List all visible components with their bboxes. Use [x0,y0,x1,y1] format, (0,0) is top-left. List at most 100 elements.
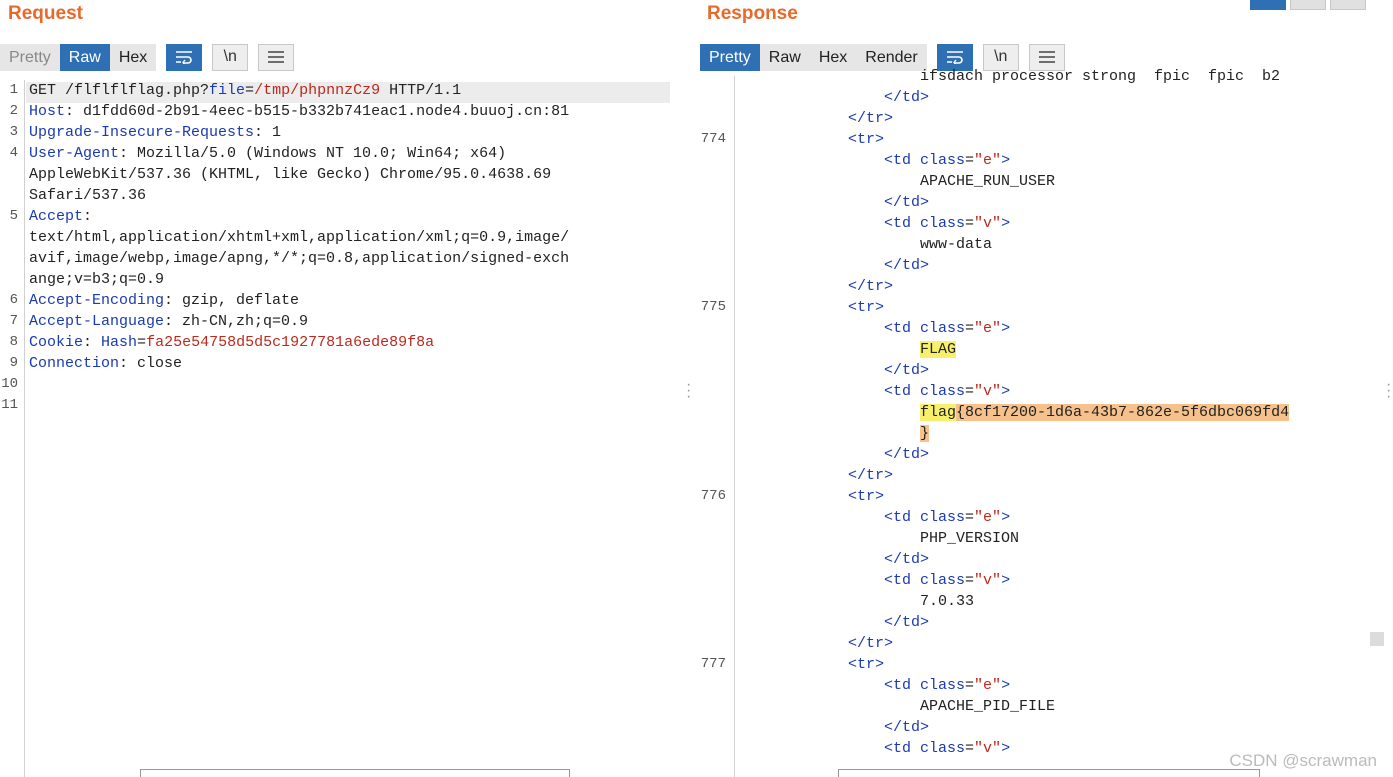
code-line: </td> [694,87,1364,108]
line-text: PHP_VERSION [920,528,1019,549]
response-editor[interactable]: ifsdach processor strong fpic fpic b2 </t… [694,66,1364,759]
tab-pretty[interactable]: Pretty [0,43,60,71]
menu-button[interactable] [258,43,295,71]
line-text: Accept-Language: zh-CN,zh;q=0.9 [29,311,308,332]
token: PHP_VERSION [920,530,1020,547]
token: class [920,215,966,232]
code-line: 8 Cookie: Hash=fa25e54758d5d5c1927781a6ed… [0,332,684,353]
token: </td> [884,257,930,274]
code-line: 777 <tr> [694,654,1364,675]
token: HTTP/1.1 [380,82,462,99]
code-line: 774 <tr> [694,129,1364,150]
request-pane: Request Pretty Raw Hex \n 1 GET /flflflfl… [0,0,684,777]
token: <td [884,215,921,232]
line-text: <td class="e"> [884,150,1010,171]
line-text: </td> [884,255,929,276]
token: /tmp/phpnnzCz9 [254,82,381,99]
layout-vertical-button[interactable] [1330,0,1366,10]
scrollbar-thumb[interactable] [1370,632,1384,646]
request-editor[interactable]: 1 GET /flflflflag.php?file=/tmp/phpnnzCz9… [0,80,684,416]
code-line: 775 <tr> [694,297,1364,318]
line-text: Connection: close [29,353,182,374]
code-line: APACHE_RUN_USER [694,171,1364,192]
line-text: </td> [884,612,929,633]
line-text: </td> [884,444,929,465]
code-line: Safari/537.36 [0,185,684,206]
token: </td> [884,194,930,211]
wrap-lines-button[interactable] [166,43,203,71]
line-number: 5 [9,208,18,224]
token: "e" [974,152,1002,169]
token: "v" [974,572,1002,589]
code-line: <td class="v"> [694,570,1364,591]
token: Accept-Language [29,313,165,330]
tab-raw[interactable]: Raw [59,43,110,71]
line-text: <tr> [848,654,884,675]
token: file [209,82,246,99]
line-text: 7.0.33 [920,591,974,612]
code-line: text/html,application/xhtml+xml,applicat… [0,227,684,248]
line-text: <td class="e"> [884,507,1010,528]
code-line: <td class="e"> [694,150,1364,171]
token: "v" [974,383,1002,400]
line-number: 774 [700,131,726,147]
token: <td [884,740,921,757]
token: = [965,509,975,526]
line-text: <td class="v"> [884,570,1010,591]
code-line: } [694,423,1364,444]
token: <td [884,572,921,589]
line-text: AppleWebKit/537.36 (KHTML, like Gecko) C… [29,164,551,185]
response-title: Response [707,3,798,24]
code-line: 7.0.33 [694,591,1364,612]
line-text: </td> [884,360,929,381]
token: <tr> [848,656,885,673]
layout-horizontal-button[interactable] [1290,0,1326,10]
token: ange;v=b3;q=0.9 [29,271,165,288]
token: </tr> [848,467,894,484]
token: : [83,208,93,225]
watermark: CSDN @scrawman [1229,751,1377,770]
layout-buttons [1246,0,1366,10]
token: flag [920,404,957,421]
token: </td> [884,362,930,379]
token: > [1001,320,1011,337]
newline-button[interactable]: \n [212,43,249,71]
code-line: </td> [694,255,1364,276]
code-line: </td> [694,360,1364,381]
line-text: GET /flflflflag.php?file=/tmp/phpnnzCz9 … [29,80,461,101]
token: : gzip, deflate [164,292,300,309]
token: <td [884,677,921,694]
right-edge-grip[interactable]: · · · [1386,377,1391,405]
line-text: avif,image/webp,image/apng,*/*;q=0.8,app… [29,248,569,269]
token: <tr> [848,131,885,148]
layout-split-button[interactable] [1250,0,1286,10]
line-text: ange;v=b3;q=0.9 [29,269,164,290]
line-text: APACHE_RUN_USER [920,171,1055,192]
token: <td [884,152,921,169]
request-tabbar: Pretty Raw Hex \n [0,43,295,71]
line-text: Accept-Encoding: gzip, deflate [29,290,299,311]
tab-hex[interactable]: Hex [109,43,157,71]
line-number: 9 [9,355,18,371]
token: </td> [884,446,930,463]
token: : [83,334,102,351]
token: www-data [920,236,993,253]
code-line: <td class="e"> [694,318,1364,339]
line-text: <tr> [848,486,884,507]
token: AppleWebKit/537.36 (KHTML, like Gecko) C… [29,166,552,183]
code-line: 11 [0,395,684,416]
token: </td> [884,89,930,106]
token: = [137,334,147,351]
line-text: </tr> [848,108,893,129]
line-number: 11 [1,397,18,413]
request-search-input[interactable] [140,769,570,777]
line-text: <td class="v"> [884,738,1010,759]
line-number: 8 [9,334,18,350]
line-number: 776 [700,488,726,504]
line-text: Upgrade-Insecure-Requests: 1 [29,122,281,143]
pane-divider-grip[interactable]: · · · [686,377,691,405]
response-search-input[interactable] [838,769,1260,777]
wrap-icon [176,51,193,64]
token: = [965,572,975,589]
line-text: </td> [884,87,929,108]
